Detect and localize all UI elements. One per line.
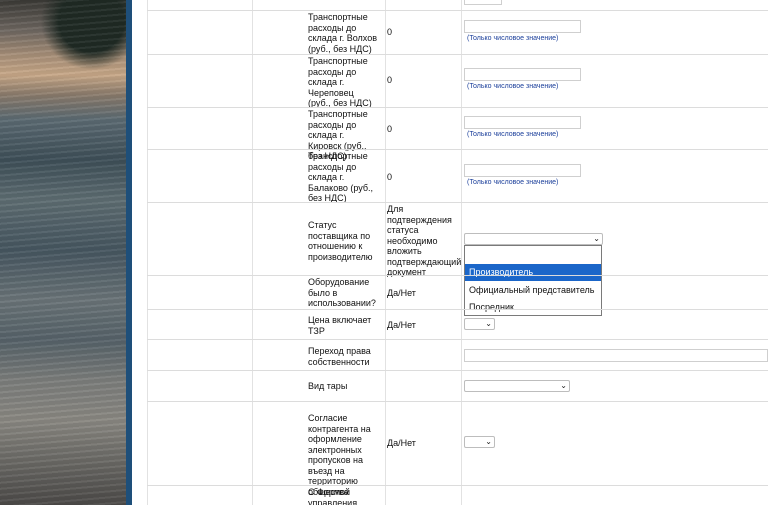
numeric-hint: (Только числовое значение) — [467, 35, 559, 42]
table-row — [147, 202, 768, 203]
column-divider — [147, 0, 148, 505]
row-label: Статус поставщика по отношению к произво… — [308, 220, 373, 262]
row-value: Да/Нет — [387, 288, 416, 298]
form-table: Транспортные расходы до склада г. Волхов… — [132, 0, 768, 505]
volkhov-cost-input[interactable] — [464, 20, 581, 33]
partial-input[interactable] — [464, 0, 502, 5]
chevron-down-icon: ⌄ — [560, 381, 567, 390]
row-value: 0 — [387, 124, 393, 134]
passes-consent-select[interactable]: ⌄ — [464, 436, 495, 448]
table-row — [147, 107, 768, 108]
row-label: Вид тары — [308, 381, 348, 391]
kirovsk-cost-input[interactable] — [464, 116, 581, 129]
option-intermediary[interactable]: Посредник — [465, 299, 601, 316]
chevron-down-icon: ⌄ — [485, 319, 492, 328]
column-divider — [252, 0, 253, 505]
container-type-select[interactable]: ⌄ — [464, 380, 570, 392]
row-label: Переход права собственности — [308, 346, 371, 367]
background-photo — [0, 0, 126, 505]
table-row — [147, 275, 768, 276]
tzr-select[interactable]: ⌄ — [464, 318, 495, 330]
row-label: Цена включает ТЗР — [308, 315, 372, 336]
row-value: Для подтверждения статуса необходимо вло… — [387, 204, 462, 277]
table-row — [147, 370, 768, 371]
table-row — [147, 10, 768, 11]
numeric-hint: (Только числовое значение) — [467, 179, 559, 186]
row-label: Транспортные расходы до склада г. Черепо… — [308, 56, 372, 108]
column-divider — [385, 0, 386, 505]
option-empty[interactable] — [465, 247, 601, 264]
table-row — [147, 401, 768, 402]
row-label: Транспортные расходы до склада г. Балако… — [308, 151, 374, 203]
option-manufacturer[interactable]: Производитель — [465, 264, 601, 281]
row-value: 0 — [387, 172, 393, 182]
table-row — [147, 54, 768, 55]
balakovo-cost-input[interactable] — [464, 164, 581, 177]
row-value: 0 — [387, 75, 393, 85]
row-value: Да/Нет — [387, 320, 416, 330]
table-row — [147, 149, 768, 150]
row-label: С Формой управления — [308, 487, 358, 505]
row-value: Да/Нет — [387, 438, 416, 448]
numeric-hint: (Только числовое значение) — [467, 131, 559, 138]
table-row — [147, 339, 768, 340]
ownership-transfer-input[interactable] — [464, 349, 768, 362]
table-row — [147, 485, 768, 486]
tree-silhouette — [40, 0, 126, 70]
chevron-down-icon: ⌄ — [485, 437, 492, 446]
supplier-status-dropdown[interactable]: Производитель Официальный представитель … — [464, 245, 602, 316]
chevron-down-icon: ⌄ — [593, 234, 600, 243]
supplier-status-select[interactable]: ⌄ — [464, 233, 603, 245]
cherepovets-cost-input[interactable] — [464, 68, 581, 81]
option-official-representative[interactable]: Официальный представитель — [465, 282, 601, 299]
column-divider — [461, 0, 462, 505]
numeric-hint: (Только числовое значение) — [467, 83, 559, 90]
table-row — [147, 309, 768, 310]
row-label: Транспортные расходы до склада г. Волхов… — [308, 12, 377, 54]
row-value: 0 — [387, 27, 393, 37]
row-label: Оборудование было в использовании? — [308, 277, 376, 308]
